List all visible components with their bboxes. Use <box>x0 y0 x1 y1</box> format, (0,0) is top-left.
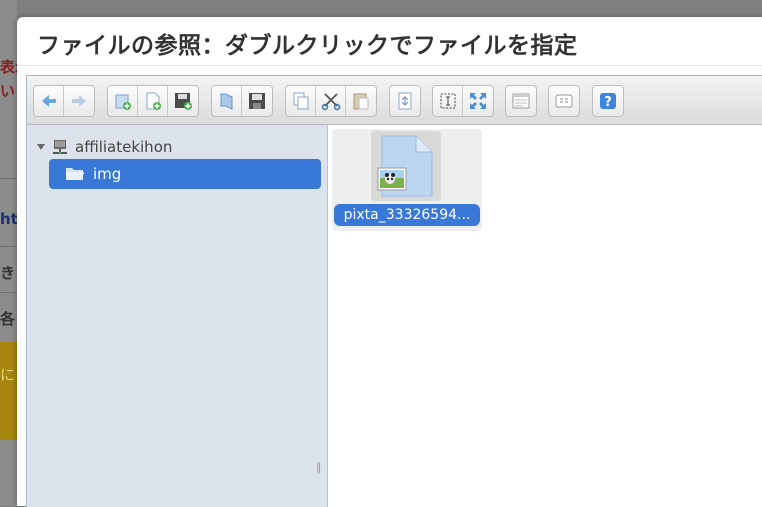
toolbar-group-duplicate <box>389 85 421 117</box>
view-icon <box>512 93 530 109</box>
tree-item-img[interactable]: img <box>49 159 321 189</box>
divider <box>0 178 17 179</box>
folder-tree-pane: affiliatekihon img ∥ <box>27 125 328 507</box>
help-button[interactable]: ? <box>593 86 623 116</box>
copy-button[interactable] <box>286 86 316 116</box>
toolbar-group-edit <box>285 85 377 117</box>
duplicate-button[interactable] <box>390 86 420 116</box>
tree-item-label: img <box>93 165 122 183</box>
background-link-text: ht <box>0 210 17 228</box>
open-icon <box>220 93 232 110</box>
info-icon <box>555 94 573 108</box>
upload-button[interactable] <box>168 86 198 116</box>
file-browser: ? affiliatekihon img ∥ pixta_33326594... <box>26 75 762 507</box>
forward-button[interactable] <box>64 86 94 116</box>
background-text: き <box>0 264 16 282</box>
toolbar-group-create <box>107 85 199 117</box>
toolbar-group-view <box>505 85 537 117</box>
tree-root-item[interactable]: affiliatekihon <box>37 136 172 158</box>
background-text: い <box>0 82 16 100</box>
background-banner: に <box>0 342 17 440</box>
open-button[interactable] <box>212 86 242 116</box>
new-file-icon <box>146 92 161 110</box>
toolbar: ? <box>27 76 762 125</box>
view-button[interactable] <box>506 86 536 116</box>
image-file-icon <box>377 135 433 197</box>
pane-resize-handle[interactable]: ∥ <box>316 461 322 474</box>
file-browser-dialog: ファイルの参照：ダブルクリックでファイルを指定 ? affiliatekihon… <box>17 17 762 507</box>
divider <box>17 65 762 66</box>
toolbar-group-file <box>211 85 273 117</box>
copy-icon <box>293 92 308 110</box>
background-text: 各 <box>0 310 16 328</box>
toolbar-group-help: ? <box>592 85 624 117</box>
folder-open-icon <box>66 168 84 180</box>
background-text: に <box>0 366 16 384</box>
divider <box>0 292 17 293</box>
new-file-button[interactable] <box>138 86 168 116</box>
svg-text:?: ? <box>604 95 612 110</box>
info-button[interactable] <box>549 86 579 116</box>
select-icon <box>440 93 455 109</box>
tree-root-label: affiliatekihon <box>75 138 173 156</box>
paste-icon <box>353 93 369 110</box>
forward-icon <box>72 95 86 107</box>
file-thumbnail <box>371 131 441 201</box>
file-list-pane: pixta_33326594... <box>328 125 762 507</box>
save-button[interactable] <box>242 86 272 116</box>
download-icon <box>249 93 265 109</box>
cut-icon <box>321 93 340 111</box>
duplicate-icon <box>398 92 412 110</box>
file-name: pixta_33326594... <box>334 204 480 226</box>
back-icon <box>41 95 56 107</box>
back-button[interactable] <box>34 86 64 116</box>
network-drive-icon <box>53 140 67 155</box>
dialog-title: ファイルの参照：ダブルクリックでファイルを指定 <box>37 33 578 59</box>
toolbar-group-info <box>548 85 580 117</box>
toolbar-group-navigation <box>33 85 95 117</box>
upload-icon <box>175 93 192 110</box>
select-all-button[interactable] <box>433 86 463 116</box>
paste-button[interactable] <box>346 86 376 116</box>
new-folder-icon <box>115 94 131 110</box>
new-folder-button[interactable] <box>108 86 138 116</box>
fullscreen-icon <box>470 93 486 109</box>
fullscreen-button[interactable] <box>463 86 493 116</box>
background-text: 表示 <box>0 58 17 76</box>
expand-arrow-icon[interactable] <box>37 144 45 150</box>
toolbar-group-select <box>432 85 494 117</box>
help-icon: ? <box>600 93 616 110</box>
background-page: 表示 い ht き 各 に <box>0 0 17 506</box>
file-item[interactable]: pixta_33326594... <box>332 129 482 231</box>
cut-button[interactable] <box>316 86 346 116</box>
divider <box>0 246 17 247</box>
